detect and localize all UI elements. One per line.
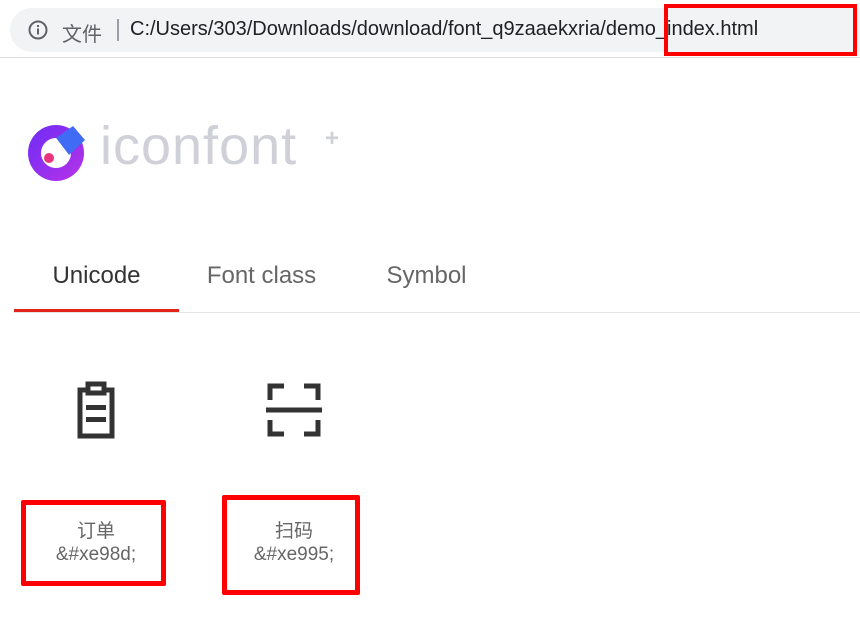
scan-icon: [266, 383, 322, 437]
tab-font-class[interactable]: Font class: [189, 255, 334, 312]
iconfont-logo-icon: [28, 125, 85, 181]
logo-wordmark: iconfont: [100, 116, 298, 176]
tab-bar: Unicode Font class Symbol: [14, 255, 860, 313]
scan-label-highlight: [222, 495, 360, 595]
toolbar-divider: [0, 57, 860, 58]
clipboard-icon: [77, 381, 115, 439]
address-separator: [117, 19, 119, 41]
logo-plus: +: [325, 125, 340, 152]
info-icon[interactable]: [28, 20, 48, 40]
file-scheme-label: 文件: [62, 22, 102, 46]
url-slash: /: [600, 18, 606, 40]
url-prefix: C:/Users/303/Downloads/download/font_q9z…: [130, 18, 601, 40]
order-label-highlight: [21, 500, 166, 586]
tab-unicode[interactable]: Unicode: [14, 255, 179, 312]
url-filename-highlight: [664, 4, 857, 56]
tab-symbol[interactable]: Symbol: [369, 255, 484, 312]
